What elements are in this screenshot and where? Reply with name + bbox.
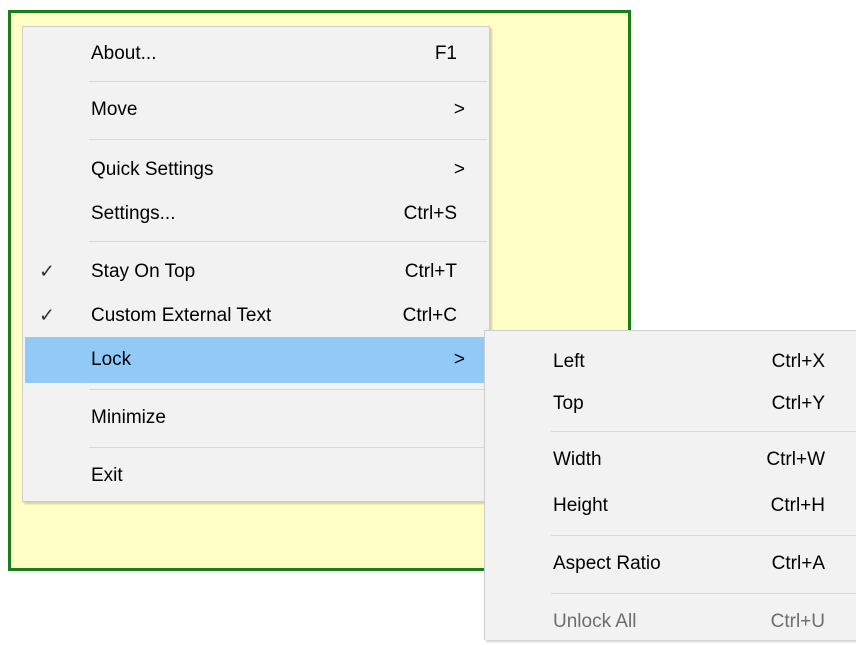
menu-item-lock[interactable]: Lock > — [25, 337, 487, 383]
menu-item-label: Exit — [91, 465, 123, 486]
checkmark-icon: ✓ — [39, 261, 55, 283]
menu-item-shortcut: Ctrl+S — [403, 203, 457, 224]
checkmark-icon: ✓ — [39, 305, 55, 327]
menu-item-shortcut: Ctrl+H — [770, 495, 825, 516]
menu-item-shortcut: Ctrl+Y — [771, 393, 825, 414]
menu-item-custom-external-text[interactable]: ✓ Custom External Text Ctrl+C — [25, 293, 487, 339]
chevron-right-icon: > — [453, 99, 465, 120]
menu-separator — [89, 241, 487, 242]
menu-item-shortcut: Ctrl+W — [766, 449, 825, 470]
menu-item-move[interactable]: Move > — [25, 87, 487, 133]
menu-separator — [89, 389, 487, 390]
submenu-item-left[interactable]: Left Ctrl+X — [487, 339, 855, 385]
menu-item-label: Aspect Ratio — [553, 553, 661, 574]
submenu-item-top[interactable]: Top Ctrl+Y — [487, 381, 855, 427]
menu-item-shortcut: Ctrl+U — [770, 611, 825, 632]
menu-item-label: Stay On Top — [91, 261, 196, 282]
menu-item-label: Width — [553, 449, 602, 470]
chevron-right-icon: > — [453, 159, 465, 180]
context-menu: About... F1 Move > Quick Settings > Sett… — [22, 26, 490, 502]
menu-separator — [89, 81, 487, 82]
menu-separator — [551, 593, 856, 594]
chevron-right-icon: > — [453, 349, 465, 370]
menu-item-shortcut: F1 — [434, 43, 457, 64]
menu-item-about[interactable]: About... F1 — [25, 31, 487, 77]
submenu-item-height[interactable]: Height Ctrl+H — [487, 483, 855, 529]
menu-item-minimize[interactable]: Minimize — [25, 395, 487, 441]
menu-item-label: About... — [91, 43, 157, 64]
menu-item-exit[interactable]: Exit — [25, 453, 487, 499]
menu-item-label: Quick Settings — [91, 159, 214, 180]
submenu-item-unlock-all: Unlock All Ctrl+U — [487, 599, 855, 645]
menu-item-shortcut: Ctrl+T — [404, 261, 457, 282]
menu-separator — [551, 535, 856, 536]
menu-item-label: Unlock All — [553, 611, 637, 632]
submenu-item-aspect-ratio[interactable]: Aspect Ratio Ctrl+A — [487, 541, 855, 587]
lock-submenu: Left Ctrl+X Top Ctrl+Y Width Ctrl+W Heig… — [484, 330, 856, 640]
menu-separator — [89, 139, 487, 140]
menu-item-label: Minimize — [91, 407, 166, 428]
menu-item-settings[interactable]: Settings... Ctrl+S — [25, 191, 487, 237]
menu-separator — [551, 431, 856, 432]
menu-item-quick-settings[interactable]: Quick Settings > — [25, 147, 487, 193]
menu-item-label: Height — [553, 495, 608, 516]
submenu-item-width[interactable]: Width Ctrl+W — [487, 437, 855, 483]
menu-item-shortcut: Ctrl+X — [771, 351, 825, 372]
menu-item-label: Settings... — [91, 203, 176, 224]
menu-item-label: Move — [91, 99, 138, 120]
menu-item-shortcut: Ctrl+A — [771, 553, 825, 574]
menu-item-shortcut: Ctrl+C — [402, 305, 457, 326]
menu-item-label: Custom External Text — [91, 305, 272, 326]
menu-item-stay-on-top[interactable]: ✓ Stay On Top Ctrl+T — [25, 249, 487, 295]
menu-item-label: Top — [553, 393, 584, 414]
menu-item-label: Left — [553, 351, 585, 372]
menu-item-label: Lock — [91, 349, 132, 370]
menu-separator — [89, 447, 487, 448]
